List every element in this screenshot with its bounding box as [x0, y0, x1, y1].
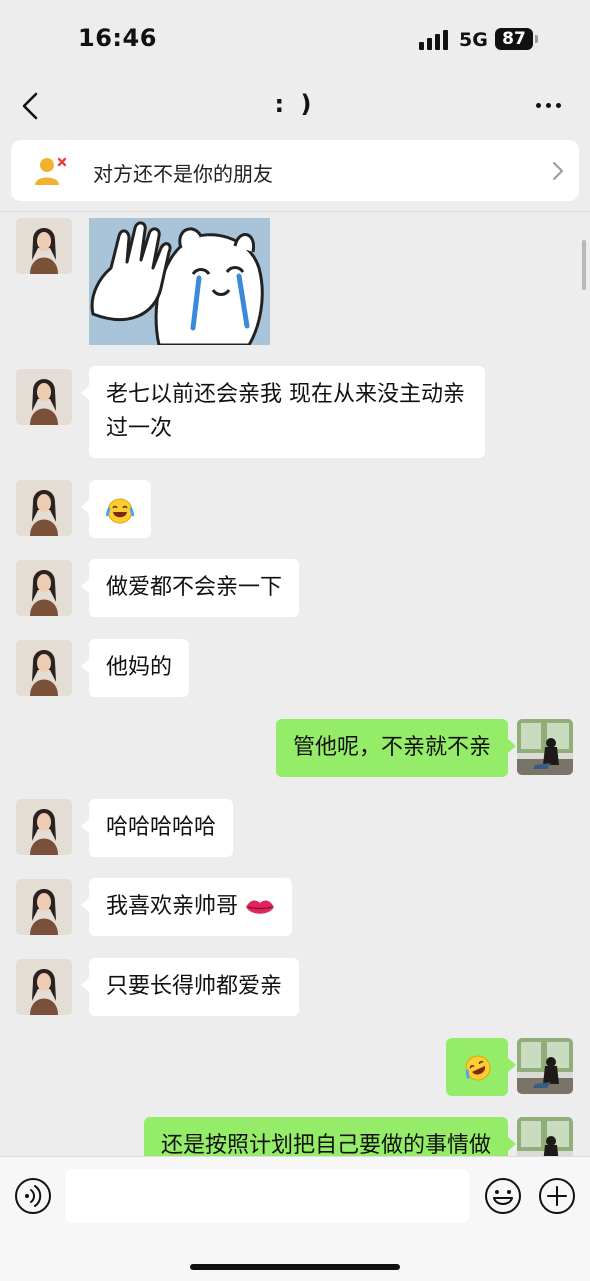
peer-avatar[interactable]: [16, 369, 72, 425]
voice-input-icon[interactable]: [14, 1177, 52, 1215]
peer-avatar[interactable]: [16, 640, 72, 696]
peer-avatar[interactable]: [16, 560, 72, 616]
emoji-picker-icon[interactable]: [484, 1177, 522, 1215]
lips-emoji-icon: [246, 900, 275, 914]
peer-avatar[interactable]: [16, 879, 72, 935]
message-text: 我喜欢亲帅哥: [106, 894, 239, 919]
my-avatar[interactable]: [517, 1117, 573, 1156]
status-time: 16:46: [78, 24, 157, 52]
chat-title: : ): [274, 90, 316, 118]
banner-text: 对方还不是你的朋友: [93, 162, 273, 186]
network-type: 5G: [459, 29, 488, 51]
message-bubble[interactable]: 还是按照计划把自己要做的事情做: [143, 1117, 517, 1156]
message-bubble[interactable]: [81, 480, 151, 538]
more-options-icon[interactable]: [534, 100, 564, 112]
message-bubble[interactable]: 管他呢，不亲就不亲: [275, 719, 517, 777]
peer-avatar[interactable]: [16, 959, 72, 1015]
message-bubble[interactable]: 只要长得帅都爱亲: [80, 958, 300, 1016]
user-warning-icon: [35, 157, 67, 185]
rolling-laughing-emoji-icon: [465, 1055, 491, 1081]
message-bubble[interactable]: 老七以前还会亲我 现在从来没主动亲过一次: [81, 366, 485, 458]
my-avatar[interactable]: [517, 1038, 573, 1094]
scrollbar[interactable]: [582, 240, 586, 290]
chevron-right-icon: [553, 162, 563, 180]
more-functions-icon[interactable]: [538, 1177, 576, 1215]
message-bubble[interactable]: 他妈的: [80, 639, 190, 697]
status-bar: 16:46 5G 87: [0, 0, 590, 80]
message-bubble[interactable]: 哈哈哈哈哈: [80, 799, 234, 857]
home-indicator: [190, 1264, 400, 1270]
signal-icon: [419, 30, 449, 50]
chat-message-list[interactable]: 老七以前还会亲我 现在从来没主动亲过一次 做爱都不会亲一下 他妈的 管他呢，不亲…: [0, 212, 590, 1156]
peer-avatar[interactable]: [16, 480, 72, 536]
crying-bear-sticker[interactable]: [89, 218, 270, 345]
message-input[interactable]: [66, 1169, 469, 1223]
peer-avatar[interactable]: [16, 799, 72, 855]
input-bar: [0, 1156, 590, 1281]
message-bubble[interactable]: 做爱都不会亲一下: [80, 559, 300, 617]
message-bubble[interactable]: 我喜欢亲帅哥: [80, 878, 293, 936]
my-avatar[interactable]: [517, 719, 573, 775]
peer-avatar[interactable]: [16, 218, 72, 274]
message-bubble[interactable]: [446, 1038, 516, 1096]
not-friend-banner[interactable]: 对方还不是你的朋友: [11, 140, 579, 201]
nav-bar: : ): [0, 78, 590, 134]
battery-icon: 87: [495, 28, 533, 50]
battery-tip: [535, 35, 538, 43]
laughing-tears-emoji-icon: [106, 498, 134, 523]
